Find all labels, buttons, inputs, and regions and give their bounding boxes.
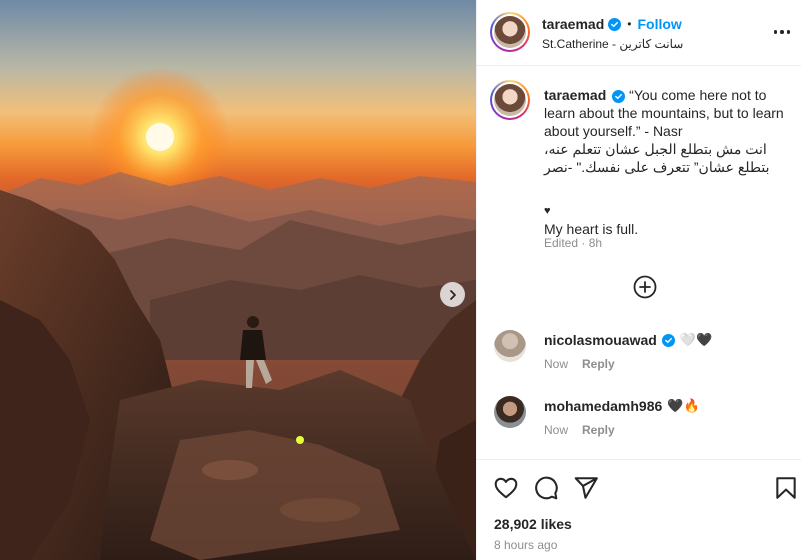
like-count[interactable]: 28,902 likes — [494, 516, 572, 532]
comment-emoji: 🤍🖤 — [679, 332, 713, 347]
comment-meta: Now Reply — [544, 357, 615, 371]
comment-emoji: 🖤🔥 — [667, 398, 700, 413]
more-options-icon[interactable] — [772, 22, 792, 42]
reply-button[interactable]: Reply — [582, 423, 615, 437]
commenter-avatar[interactable] — [494, 396, 526, 428]
comment-text-row: mohamedamh986 🖤🔥 — [544, 398, 700, 414]
reply-button[interactable]: Reply — [582, 357, 615, 371]
add-circle-icon[interactable] — [633, 275, 657, 299]
send-icon[interactable] — [573, 475, 599, 501]
post-image[interactable] — [0, 0, 476, 560]
next-image-button[interactable] — [440, 282, 465, 307]
separator-dot: • — [627, 17, 632, 31]
post-caption: taraemad “You come here not to learn abo… — [544, 86, 794, 238]
commenter-avatar[interactable] — [494, 330, 526, 362]
caption-author-avatar[interactable] — [490, 80, 530, 120]
follow-button[interactable]: Follow — [637, 16, 681, 32]
sunset-mountain-photo — [0, 0, 476, 560]
post-actions: 28,902 likes 8 hours ago — [477, 459, 801, 560]
edited-timestamp: Edited · 8h — [544, 236, 603, 250]
comment-text-row: nicolasmouawad 🤍🖤 — [544, 332, 712, 348]
comment-meta: Now Reply — [544, 423, 615, 437]
verified-badge-icon — [661, 333, 675, 347]
caption-arabic: انت مش بتطلع الجبل عشان تتعلم عنه، بتطلع… — [544, 141, 770, 175]
bookmark-icon[interactable] — [773, 475, 799, 501]
comment-time: Now — [544, 357, 569, 371]
post-header: taraemad • Follow St.Catherine - سانت كا… — [477, 0, 801, 66]
author-username[interactable]: taraemad — [542, 16, 604, 32]
post-side-panel: taraemad • Follow St.Catherine - سانت كا… — [476, 0, 801, 560]
verified-badge-icon — [608, 17, 622, 31]
caption-heart: ♥ — [544, 205, 551, 217]
post-time[interactable]: 8 hours ago — [494, 538, 557, 552]
author-avatar[interactable] — [490, 12, 530, 52]
caption-username[interactable]: taraemad — [544, 87, 606, 103]
header-user-row: taraemad • Follow — [542, 16, 682, 32]
commenter-username[interactable]: mohamedamh986 — [544, 398, 662, 414]
verified-badge-icon — [612, 90, 626, 103]
comment-time: Now — [544, 423, 569, 437]
comment-icon[interactable] — [533, 475, 559, 501]
chevron-right-icon — [449, 289, 456, 300]
heart-outline-icon[interactable] — [493, 475, 519, 501]
post-location[interactable]: St.Catherine - سانت كاترين — [542, 37, 683, 51]
commenter-username[interactable]: nicolasmouawad — [544, 332, 657, 348]
